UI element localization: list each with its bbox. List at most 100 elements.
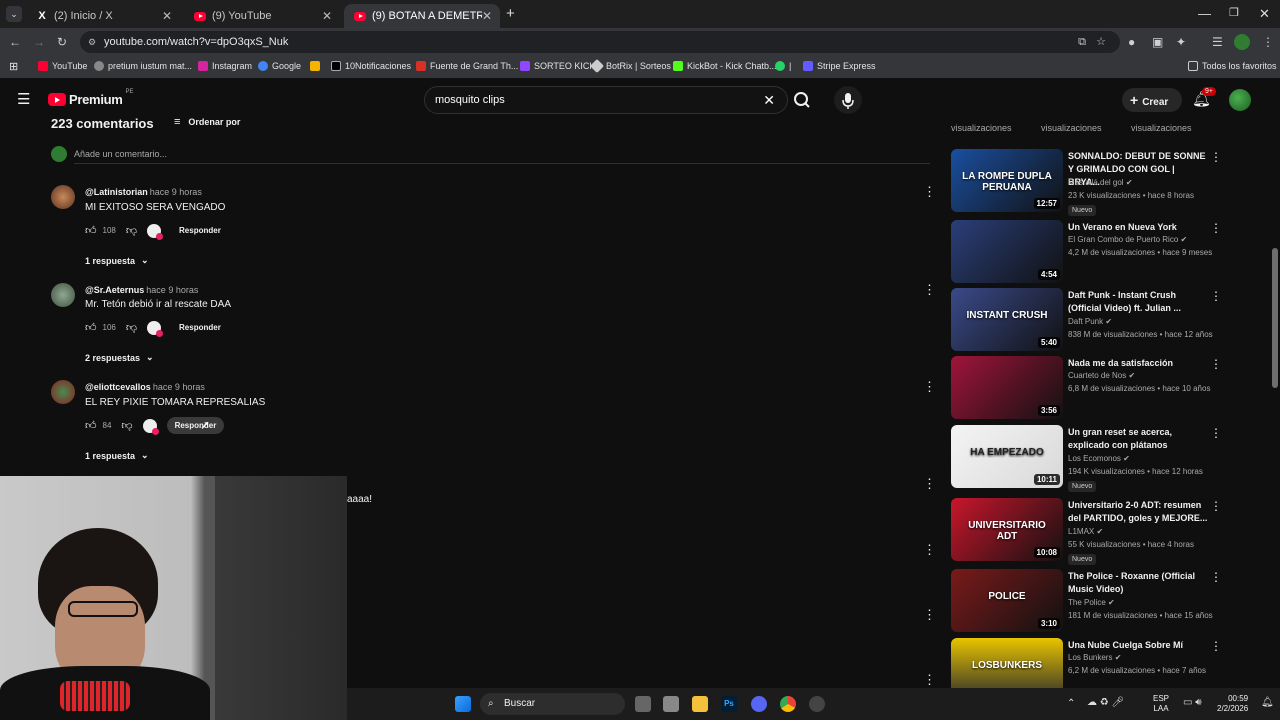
- bookmark-youtube[interactable]: YouTube: [38, 61, 87, 71]
- install-icon[interactable]: ⧉: [1078, 31, 1086, 53]
- bookmark-kickbot[interactable]: KickBot - Kick Chatb...: [673, 61, 777, 71]
- photoshop-icon[interactable]: Ps: [721, 696, 737, 712]
- tab-list-icon[interactable]: ☰: [1212, 35, 1223, 49]
- reply-button[interactable]: Responder: [166, 417, 225, 434]
- avatar[interactable]: [51, 380, 75, 404]
- video-thumbnail[interactable]: UNIVERSITARIO ADT 10:08: [951, 498, 1063, 561]
- voice-search-button[interactable]: [834, 86, 862, 114]
- account-avatar[interactable]: [1229, 89, 1251, 111]
- comment-author[interactable]: @eliottcevallos hace 9 horas: [85, 382, 205, 392]
- dislike-icon[interactable]: 👎︎: [126, 224, 137, 237]
- tab-video-active[interactable]: (9) BOTAN A DEMETRIOMAN D ✕: [344, 4, 500, 28]
- reply-button[interactable]: Responder: [171, 319, 229, 336]
- video-channel[interactable]: Los Bunkers ✔: [1068, 653, 1121, 662]
- comment-menu-icon[interactable]: ⋮: [923, 380, 936, 393]
- discord-icon[interactable]: [751, 696, 767, 712]
- notification-center-icon[interactable]: 🔔︎: [1261, 697, 1274, 708]
- tab-search-button[interactable]: ⌄: [6, 6, 22, 22]
- video-channel[interactable]: Cuarteto de Nos ✔: [1068, 371, 1135, 380]
- comment-menu-icon[interactable]: ⋮: [923, 543, 936, 556]
- youtube-logo[interactable]: Premium PE: [48, 89, 134, 107]
- video-title[interactable]: The Police - Roxanne (Official Music Vid…: [1068, 570, 1208, 596]
- dislike-icon[interactable]: 👎︎: [126, 321, 137, 334]
- add-comment-field[interactable]: Añade un comentario...: [74, 149, 930, 164]
- puzzle-icon[interactable]: ✦: [1176, 35, 1186, 49]
- comment-menu-icon[interactable]: ⋮: [923, 283, 936, 296]
- bookmark-instagram[interactable]: Instagram: [198, 61, 252, 71]
- video-menu-icon[interactable]: ⋮: [1210, 357, 1222, 371]
- bookmark-notifications[interactable]: 10Notificaciones: [331, 61, 411, 71]
- replies-toggle[interactable]: 2 respuestas ⌄: [85, 352, 154, 363]
- like-icon[interactable]: 👍︎: [85, 224, 97, 237]
- language-indicator[interactable]: ESP LAA: [1153, 694, 1169, 714]
- video-channel[interactable]: Más allá del gol ✔: [1068, 178, 1133, 187]
- restore-icon[interactable]: ❐: [1229, 6, 1239, 19]
- video-menu-icon[interactable]: ⋮: [1210, 289, 1222, 303]
- video-title[interactable]: Universitario 2-0 ADT: resumen del PARTI…: [1068, 499, 1208, 525]
- video-title[interactable]: Una Nube Cuelga Sobre Mí: [1068, 639, 1208, 652]
- replies-toggle[interactable]: 1 respuesta ⌄: [85, 450, 149, 461]
- comment-menu-icon[interactable]: ⋮: [923, 673, 936, 686]
- video-menu-icon[interactable]: ⋮: [1210, 426, 1222, 440]
- dislike-icon[interactable]: 👎︎: [121, 419, 132, 432]
- video-menu-icon[interactable]: ⋮: [1210, 639, 1222, 653]
- video-menu-icon[interactable]: ⋮: [1210, 570, 1222, 584]
- video-channel[interactable]: El Gran Combo de Puerto Rico ✔: [1068, 235, 1187, 244]
- comment-author[interactable]: @Latinistorian hace 9 horas: [85, 187, 202, 197]
- bookmark-whatsapp[interactable]: |: [775, 61, 791, 71]
- replies-toggle[interactable]: 1 respuesta ⌄: [85, 255, 149, 266]
- clear-search-icon[interactable]: ✕: [763, 87, 775, 113]
- bookmark-gta[interactable]: Fuente de Grand Th...: [416, 61, 518, 71]
- reply-button[interactable]: Responder: [171, 222, 229, 239]
- sort-button[interactable]: ≡ Ordenar por: [174, 116, 240, 128]
- video-thumbnail[interactable]: INSTANT CRUSH 5:40: [951, 288, 1063, 351]
- comment-menu-icon[interactable]: ⋮: [923, 477, 936, 490]
- task-view-icon[interactable]: [635, 696, 651, 712]
- bookmark-stripe[interactable]: Stripe Express: [803, 61, 876, 71]
- video-channel[interactable]: L1MAX ✔: [1068, 527, 1103, 536]
- windows-start-icon[interactable]: [455, 696, 471, 712]
- video-thumbnail[interactable]: POLICE 3:10: [951, 569, 1063, 632]
- comment-author[interactable]: @Sr.Aeternus hace 9 horas: [85, 285, 198, 295]
- notifications-button[interactable]: 🔔︎ 9+: [1192, 87, 1216, 109]
- clock[interactable]: 00:59 2/2/2026: [1217, 694, 1248, 714]
- file-explorer-icon[interactable]: [692, 696, 708, 712]
- avatar[interactable]: [51, 283, 75, 307]
- video-thumbnail[interactable]: LA ROMPE DUPLA PERUANA 12:57: [951, 149, 1063, 212]
- video-channel[interactable]: Daft Punk ✔: [1068, 317, 1112, 326]
- close-icon[interactable]: ✕: [482, 9, 492, 23]
- extension-icon[interactable]: ▣: [1152, 35, 1163, 49]
- app-icon[interactable]: [809, 696, 825, 712]
- video-thumbnail[interactable]: 4:54: [951, 220, 1063, 283]
- video-channel[interactable]: Los Ecomonos ✔: [1068, 454, 1130, 463]
- taskbar-search[interactable]: ⌕ Buscar: [480, 693, 625, 715]
- bookmark-unnamed[interactable]: [310, 61, 320, 71]
- video-menu-icon[interactable]: ⋮: [1210, 221, 1222, 235]
- tab-x-inicio[interactable]: X (2) Inicio / X ✕: [26, 4, 180, 28]
- avatar[interactable]: [51, 185, 75, 209]
- back-arrow-icon[interactable]: ←: [9, 35, 21, 49]
- video-thumbnail[interactable]: 3:56: [951, 356, 1063, 419]
- chrome-icon[interactable]: [780, 696, 796, 712]
- create-button[interactable]: + Crear: [1122, 88, 1182, 112]
- bookmark-botrix[interactable]: BotRix | Sorteos: [589, 58, 671, 74]
- forward-arrow-icon[interactable]: →: [33, 35, 45, 49]
- reload-icon[interactable]: ↻: [57, 35, 67, 49]
- tray-icons[interactable]: ☁ ♻ 🎤︎: [1087, 697, 1124, 708]
- address-bar[interactable]: ⚙ youtube.com/watch?v=dpO3qxS_Nuk ⧉ ☆: [80, 31, 1120, 53]
- network-volume-icons[interactable]: ▭ 🔊︎: [1183, 697, 1202, 708]
- site-info-icon[interactable]: ⚙: [88, 31, 96, 53]
- bookmark-sorteo-kick[interactable]: SORTEO KICK: [520, 61, 595, 71]
- video-title[interactable]: Nada me da satisfacción: [1068, 357, 1208, 370]
- search-input[interactable]: mosquito clips ✕: [424, 86, 788, 114]
- close-icon[interactable]: ✕: [322, 9, 332, 23]
- video-thumbnail[interactable]: HA EMPEZADO 10:11: [951, 425, 1063, 488]
- video-title[interactable]: Un gran reset se acerca, explicado con p…: [1068, 426, 1208, 452]
- app-icon[interactable]: [663, 696, 679, 712]
- video-menu-icon[interactable]: ⋮: [1210, 499, 1222, 513]
- apps-grid-icon[interactable]: ⊞: [9, 60, 18, 73]
- comment-menu-icon[interactable]: ⋮: [923, 608, 936, 621]
- scrollbar-thumb[interactable]: [1272, 248, 1278, 388]
- close-icon[interactable]: ✕: [162, 9, 172, 23]
- profile-avatar[interactable]: [1234, 34, 1250, 50]
